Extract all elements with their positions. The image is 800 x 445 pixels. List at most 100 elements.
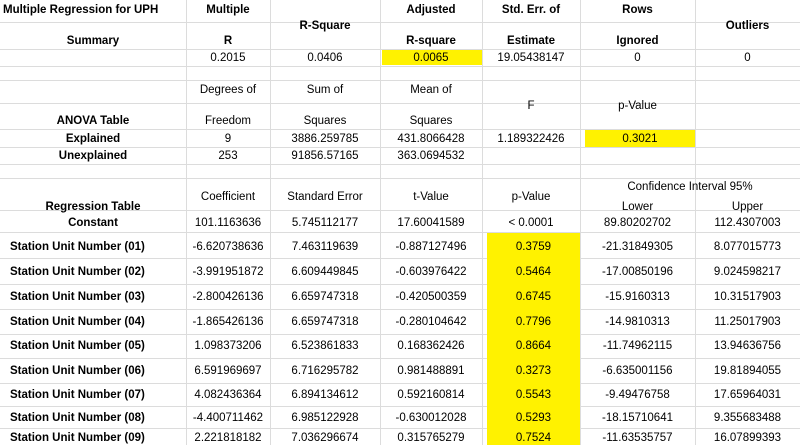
reg-row-label: Station Unit Number (02) <box>10 266 145 278</box>
reg-cell-t: -0.420500359 <box>395 291 467 303</box>
reg-cell-lower: -9.49476758 <box>605 389 670 401</box>
reg-cell-upper: 17.65964031 <box>713 389 782 401</box>
reg-cell-coef: 101.1163636 <box>194 217 262 229</box>
reg-cell-t: 0.168362426 <box>397 340 465 352</box>
reg-cell-p: 0.7524 <box>515 432 552 444</box>
reg-cell-se: 6.716295782 <box>291 365 359 377</box>
anova-header-f: F <box>527 100 535 112</box>
header-rows-top: Rows <box>622 4 653 16</box>
reg-cell-p: 0.5464 <box>515 266 552 278</box>
reg-cell-se: 5.745112177 <box>291 217 359 229</box>
reg-cell-se: 6.609449845 <box>291 266 359 278</box>
grid-line <box>0 258 800 259</box>
reg-cell-p: < 0.0001 <box>508 217 554 229</box>
reg-cell-lower: -14.9810313 <box>605 316 670 328</box>
reg-cell-upper: 10.31517903 <box>713 291 782 303</box>
reg-cell-coef: 2.221818182 <box>194 432 262 444</box>
grid-line <box>0 178 800 179</box>
reg-cell-lower: -11.63535757 <box>602 432 673 444</box>
header-stderr-bottom: Estimate <box>507 35 555 47</box>
reg-header-lower: Lower <box>621 201 654 213</box>
reg-row-label: Station Unit Number (07) <box>10 389 145 401</box>
reg-cell-t: 0.592160814 <box>397 389 465 401</box>
reg-cell-se: 6.659747318 <box>291 316 359 328</box>
reg-cell-p: 0.8664 <box>515 340 552 352</box>
grid-line <box>0 334 800 335</box>
anova-cell-ms: 431.8066428 <box>397 133 465 145</box>
reg-cell-lower: 89.80202702 <box>603 217 672 229</box>
reg-row-label: Constant <box>68 217 118 229</box>
reg-cell-p: 0.6745 <box>515 291 552 303</box>
reg-cell-coef: 6.591969697 <box>194 365 262 377</box>
anova-row-label: Unexplained <box>58 150 128 162</box>
reg-row-label: Station Unit Number (08) <box>10 412 145 424</box>
summary-title: Multiple Regression for UPH <box>3 4 159 16</box>
reg-cell-p: 0.3759 <box>515 241 552 253</box>
reg-cell-t: 17.60041589 <box>397 217 465 229</box>
reg-header-ci: Confidence Interval 95% <box>627 181 753 193</box>
reg-cell-coef: 1.098373206 <box>194 340 262 352</box>
reg-row-label: Station Unit Number (05) <box>10 340 145 352</box>
reg-cell-se: 7.036296674 <box>291 432 359 444</box>
header-stderr-top: Std. Err. of <box>501 4 561 16</box>
reg-header-se: Standard Error <box>287 191 363 203</box>
header-outliers: Outliers <box>725 20 770 32</box>
reg-row-label: Station Unit Number (01) <box>10 241 145 253</box>
reg-cell-lower: -17.00850196 <box>602 266 673 278</box>
reg-cell-upper: 112.4307003 <box>714 217 781 229</box>
reg-cell-p: 0.5293 <box>515 412 552 424</box>
reg-cell-se: 6.894134612 <box>291 389 359 401</box>
grid-line <box>0 164 800 165</box>
regression-spreadsheet: Multiple Regression for UPH Multiple Adj… <box>0 0 800 445</box>
header-r-square: R-Square <box>299 20 351 32</box>
reg-cell-coef: -1.865426136 <box>192 316 264 328</box>
reg-cell-t: -0.887127496 <box>395 241 467 253</box>
grid-line <box>0 147 800 148</box>
value-r-square: 0.0406 <box>307 52 343 64</box>
anova-cell-df: 9 <box>224 133 232 145</box>
value-multiple-r: 0.2015 <box>210 52 246 64</box>
anova-label: ANOVA Table <box>56 115 130 127</box>
reg-cell-lower: -21.31849305 <box>602 241 673 253</box>
anova-header-p: p-Value <box>618 100 657 112</box>
reg-cell-upper: 16.07899393 <box>713 432 782 444</box>
header-multiple-r-top: Multiple <box>206 4 250 16</box>
value-rows-ignored: 0 <box>634 52 641 64</box>
anova-cell-p: 0.3021 <box>622 133 658 145</box>
header-multiple-r-bottom: R <box>223 35 233 47</box>
reg-cell-p: 0.7796 <box>515 316 552 328</box>
reg-cell-coef: -3.991951872 <box>192 266 264 278</box>
grid-line <box>0 406 800 407</box>
anova-row-label: Explained <box>65 133 121 145</box>
grid-line <box>0 284 800 285</box>
grid-line <box>0 309 800 310</box>
value-adj-r-square: 0.0065 <box>413 52 449 64</box>
reg-cell-upper: 9.024598217 <box>713 266 782 278</box>
anova-header-df-bottom: Freedom <box>204 115 252 127</box>
reg-cell-upper: 9.355683488 <box>713 412 782 424</box>
anova-header-ms-top: Mean of <box>410 84 452 96</box>
header-adjusted-bottom: R-square <box>406 35 456 47</box>
reg-cell-upper: 19.81894055 <box>713 365 782 377</box>
reg-label: Regression Table <box>45 201 141 213</box>
reg-cell-se: 6.985122928 <box>291 412 359 424</box>
reg-cell-se: 6.659747318 <box>291 291 359 303</box>
reg-cell-coef: -6.620738636 <box>192 241 264 253</box>
reg-cell-lower: -18.15710641 <box>602 412 673 424</box>
reg-cell-lower: -11.74962115 <box>602 340 673 352</box>
grid-line <box>0 22 800 23</box>
reg-cell-p: 0.5543 <box>515 389 552 401</box>
summary-label: Summary <box>66 35 120 47</box>
reg-row-label: Station Unit Number (06) <box>10 365 145 377</box>
header-adjusted-top: Adjusted <box>406 4 456 16</box>
anova-header-ss-bottom: Squares <box>303 115 347 127</box>
value-std-err: 19.05438147 <box>497 52 565 64</box>
reg-cell-lower: -6.635001156 <box>602 365 673 377</box>
grid-line <box>0 80 800 81</box>
reg-header-t: t-Value <box>413 191 449 203</box>
anova-cell-df: 253 <box>218 150 238 162</box>
reg-cell-lower: -15.9160313 <box>605 291 670 303</box>
grid-line <box>0 66 800 67</box>
reg-header-upper: Upper <box>731 201 764 213</box>
reg-header-p: p-Value <box>511 191 551 203</box>
